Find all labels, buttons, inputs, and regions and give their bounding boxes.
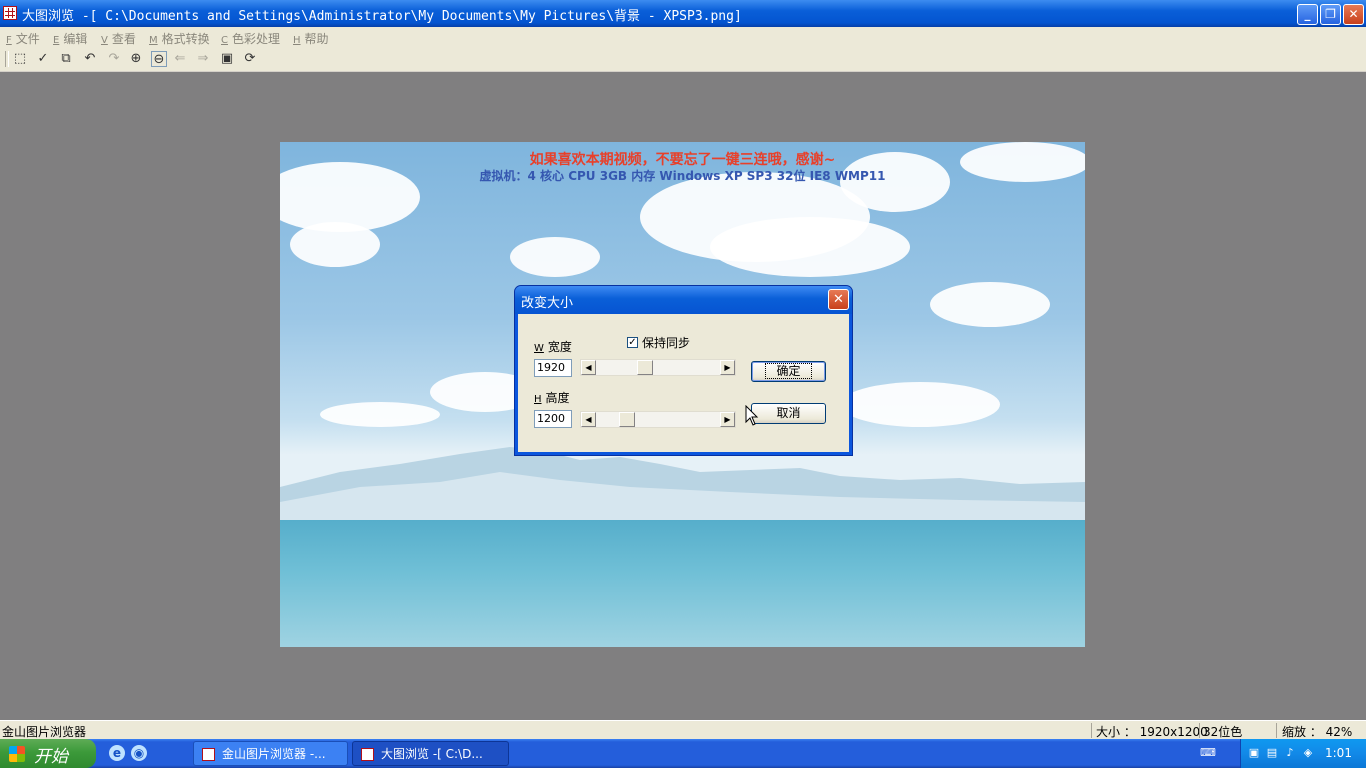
network-icon[interactable]: ▣ (1247, 746, 1261, 760)
title-bar[interactable]: 大图浏览 -[ C:\Documents and Settings\Admini… (0, 0, 1366, 27)
dialog-body: ✓ 保持同步 W 宽度 1920 ◀ ▶ H 高度 1200 ◀ ▶ 确定 取消 (518, 314, 849, 452)
status-divider (1276, 723, 1277, 738)
zoom-out-icon[interactable]: ⊖ (151, 51, 167, 67)
vmware-icon[interactable]: ▤ (1265, 746, 1279, 760)
mouse-cursor-icon (745, 405, 759, 426)
next-icon[interactable]: ⇒ (195, 51, 211, 67)
dialog-title-bar[interactable]: 改变大小 ✕ (515, 286, 852, 314)
window-title: 大图浏览 -[ C:\Documents and Settings\Admini… (22, 9, 742, 24)
app-icon[interactable] (3, 6, 17, 20)
restore-button[interactable]: ❐ (1320, 4, 1341, 25)
redo-icon[interactable]: ↷ (106, 51, 122, 67)
cancel-button[interactable]: 取消 (751, 403, 826, 424)
volume-icon[interactable]: ♪ (1283, 746, 1297, 760)
status-divider (1199, 723, 1200, 738)
cloud (930, 282, 1050, 327)
width-label: W 宽度 (534, 340, 572, 354)
width-slider-thumb[interactable] (637, 360, 653, 375)
sync-label[interactable]: 保持同步 (642, 334, 690, 351)
status-image-size: 大小 ： 1920x1200 (1096, 725, 1208, 739)
height-slider-thumb[interactable] (619, 412, 635, 427)
app-icon (361, 748, 374, 761)
menu-color[interactable]: C 色彩处理 (221, 30, 280, 47)
sync-checkbox[interactable]: ✓ (627, 337, 638, 348)
menu-help[interactable]: H 帮助 (293, 30, 329, 47)
resize-dialog: 改变大小 ✕ ✓ 保持同步 W 宽度 1920 ◀ ▶ H 高度 1200 ◀ ▶ … (514, 285, 853, 456)
height-slider-left-arrow[interactable]: ◀ (581, 412, 596, 427)
height-slider-right-arrow[interactable]: ▶ (720, 412, 735, 427)
menu-format[interactable]: M 格式转换 (149, 30, 210, 47)
lake (280, 520, 1085, 647)
cloud (510, 237, 600, 277)
height-slider[interactable]: ◀ ▶ (580, 411, 736, 428)
zoom-in-icon[interactable]: ⊕ (128, 51, 144, 67)
height-input[interactable]: 1200 (534, 410, 572, 428)
minimize-button[interactable]: _ (1297, 4, 1318, 25)
width-input[interactable]: 1920 (534, 359, 572, 377)
width-slider-left-arrow[interactable]: ◀ (581, 360, 596, 375)
cloud (840, 382, 1000, 427)
status-color-depth: 32位色 (1203, 725, 1243, 739)
copy-icon[interactable]: ⧉ (58, 51, 74, 67)
cloud (290, 222, 380, 267)
menu-file[interactable]: F 文件 (6, 30, 40, 47)
banner-line1: 如果喜欢本期视频，不要忘了一键三连哦，感谢~ (529, 152, 836, 168)
system-tray: ▣ ▤ ♪ ◈ 1:01 (1240, 739, 1366, 768)
toolbar-grip[interactable] (5, 51, 9, 67)
width-slider[interactable]: ◀ ▶ (580, 359, 736, 376)
dialog-title: 改变大小 (521, 296, 574, 311)
status-bar: 金山图片浏览器 大小 ： 1920x1200 32位色 缩放 ： 42% (0, 720, 1366, 740)
keyboard-icon[interactable]: ⌨ (1200, 746, 1216, 760)
prev-icon[interactable]: ⇐ (172, 51, 188, 67)
crop-icon[interactable]: ✓ (35, 51, 51, 67)
menu-view[interactable]: V 查看 (101, 30, 136, 47)
cloud (710, 217, 910, 277)
fit-icon[interactable]: ▣ (219, 51, 235, 67)
task-kingsoft-viewer[interactable]: 金山图片浏览器 -... (193, 741, 348, 766)
status-app-name: 金山图片浏览器 (2, 725, 87, 739)
media-player-icon[interactable]: ◉ (131, 745, 147, 761)
status-divider (1091, 723, 1092, 738)
undo-icon[interactable]: ↶ (82, 51, 98, 67)
windows-logo-icon (9, 746, 25, 762)
status-zoom: 缩放 ： 42% (1282, 725, 1353, 739)
select-icon[interactable]: ⬚ (12, 51, 28, 67)
dialog-close-button[interactable]: ✕ (828, 289, 849, 310)
rotate-icon[interactable]: ⟳ (242, 51, 258, 67)
close-button[interactable]: ✕ (1343, 4, 1364, 25)
toolbar: ⬚ ✓ ⧉ ↶ ↷ ⊕ ⊖ ⇐ ⇒ ▣ ⟳ (0, 47, 1366, 72)
task-large-image-view[interactable]: 大图浏览 -[ C:\D... (352, 741, 509, 766)
cloud (320, 402, 440, 427)
menu-edit[interactable]: E 编辑 (53, 30, 87, 47)
width-slider-right-arrow[interactable]: ▶ (720, 360, 735, 375)
clock: 1:01 (1325, 746, 1352, 760)
ie-icon[interactable]: e (109, 745, 125, 761)
taskbar: 开始 e ◉ 金山图片浏览器 -... 大图浏览 -[ C:\D... ⌨ ▣ … (0, 739, 1366, 768)
start-button[interactable]: 开始 (0, 739, 96, 768)
banner-line2: 虚拟机：4 核心 CPU 3GB 内存 Windows XP SP3 32位 I… (479, 169, 886, 183)
security-icon[interactable]: ◈ (1301, 746, 1315, 760)
ok-button[interactable]: 确定 (751, 361, 826, 382)
app-icon (202, 748, 215, 761)
menu-bar: F 文件 E 编辑 V 查看 M 格式转换 C 色彩处理 H 帮助 (0, 27, 1366, 47)
height-label: H 高度 (534, 391, 570, 405)
